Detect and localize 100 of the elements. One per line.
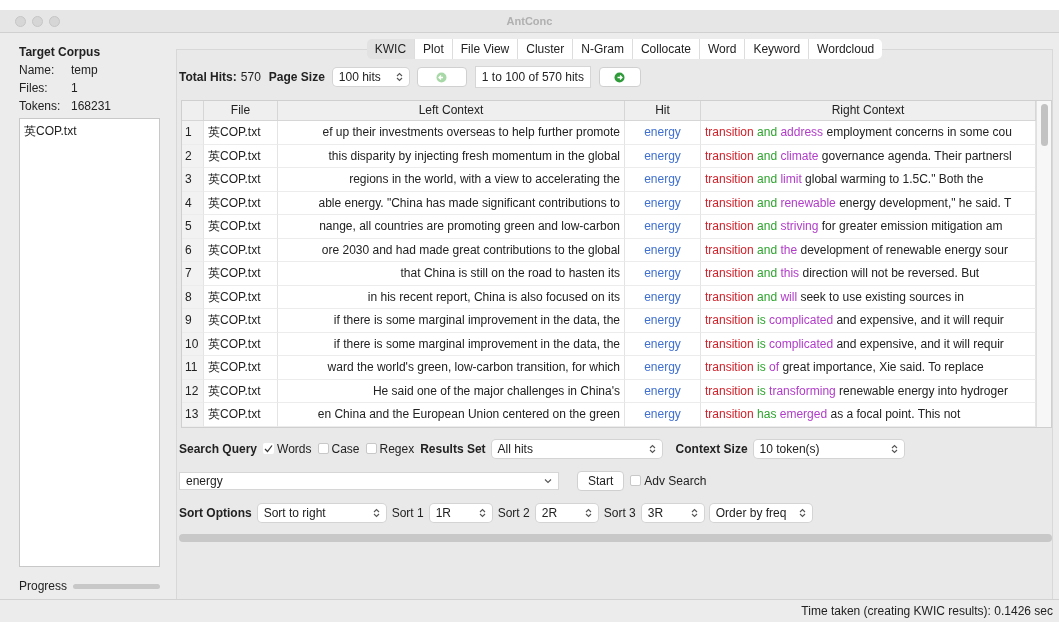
left-context-cell: ward the world's green, low-carbon transition, for which xyxy=(278,356,625,380)
right-context-cell: transition and address employment concerns in some cou xyxy=(701,121,1036,145)
sort-level-select[interactable]: 1R xyxy=(429,503,492,522)
tab[interactable]: KWIC xyxy=(366,39,416,59)
tab[interactable]: Cluster xyxy=(518,39,574,59)
forward-arrow-icon xyxy=(614,71,626,83)
column-header[interactable]: File xyxy=(204,101,278,121)
checkbox[interactable]: Words xyxy=(263,441,312,456)
hit-cell: energy xyxy=(625,403,701,427)
sort-level-label: Sort 1 xyxy=(391,505,424,520)
zoom-icon[interactable] xyxy=(49,15,60,27)
tab[interactable]: Plot xyxy=(415,39,453,59)
next-button[interactable] xyxy=(598,67,641,87)
order-select[interactable]: Order by freq xyxy=(709,503,812,522)
row-number: 12 xyxy=(182,379,204,403)
dropdown-icon xyxy=(544,477,552,484)
results-set-select[interactable]: All hits xyxy=(491,439,662,458)
file-cell: 英COP.txt xyxy=(204,379,278,403)
sort-level-label: Sort 3 xyxy=(603,505,636,520)
page-size-select[interactable]: 100 hits xyxy=(332,68,409,86)
hit-cell: energy xyxy=(625,332,701,356)
tab[interactable]: File View xyxy=(452,39,519,59)
file-cell: 英COP.txt xyxy=(204,121,278,145)
row-number: 8 xyxy=(182,285,204,309)
left-context-cell: that China is still on the road to hasten its xyxy=(278,262,625,286)
stepper-icon xyxy=(890,443,898,454)
file-cell: 英COP.txt xyxy=(204,356,278,380)
sort-mode-select[interactable]: Sort to right xyxy=(257,503,386,522)
right-context-cell: transition is transforming renewable energy into hydroger xyxy=(701,379,1036,403)
field-value: 1 xyxy=(71,81,78,95)
right-context-cell: transition and will seek to use existing sources in xyxy=(701,285,1036,309)
row-number: 13 xyxy=(182,403,204,427)
left-context-cell: nange, all countries are promoting green and low-carbon xyxy=(278,215,625,239)
left-context-cell: if there is some marginal improvement in the data, the xyxy=(278,309,625,333)
hit-cell: energy xyxy=(625,121,701,145)
right-context-cell: transition has emerged as a focal point. This not xyxy=(701,403,1036,427)
stepper-icon xyxy=(395,72,403,82)
hit-cell: energy xyxy=(625,238,701,262)
sort-level-select[interactable]: 3R xyxy=(641,503,704,522)
column-header[interactable]: Hit xyxy=(625,101,701,121)
hit-cell: energy xyxy=(625,215,701,239)
tab[interactable]: Collocate xyxy=(632,39,700,59)
stepper-icon xyxy=(478,507,486,518)
sort-level-label: Sort 2 xyxy=(497,505,530,520)
vertical-scrollbar[interactable] xyxy=(1036,101,1051,427)
hit-cell: energy xyxy=(625,144,701,168)
corpus-heading: Target Corpus xyxy=(19,45,102,59)
hit-cell: energy xyxy=(625,262,701,286)
stepper-icon xyxy=(690,507,698,518)
tab[interactable]: Keyword xyxy=(745,39,810,59)
progress-label: Progress xyxy=(19,579,68,593)
context-size-spinner[interactable]: 10 token(s) xyxy=(753,439,904,458)
page-size-label: Page Size xyxy=(268,70,325,84)
tab[interactable]: Wordcloud xyxy=(809,39,883,59)
checkbox[interactable]: Adv Search xyxy=(630,473,707,488)
tab[interactable]: Word xyxy=(699,39,746,59)
row-number: 6 xyxy=(182,238,204,262)
stepper-icon xyxy=(798,507,806,518)
left-context-cell: ef up their investments overseas to help further promote xyxy=(278,121,625,145)
file-cell: 英COP.txt xyxy=(204,285,278,309)
left-context-cell: able energy. "China has made significant contributions to xyxy=(278,191,625,215)
row-number: 10 xyxy=(182,332,204,356)
file-cell: 英COP.txt xyxy=(204,168,278,192)
status-text: Time taken (creating KWIC results): 0.1426 sec xyxy=(0,599,1059,622)
row-number: 1 xyxy=(182,121,204,145)
left-context-cell: if there is some marginal improvement in the data, the xyxy=(278,332,625,356)
close-icon[interactable] xyxy=(15,15,26,27)
column-header[interactable]: Left Context xyxy=(278,101,625,121)
file-item[interactable]: 英COP.txt xyxy=(24,123,155,140)
query-field[interactable]: energy xyxy=(179,471,559,490)
sort-level-select[interactable]: 2R xyxy=(535,503,598,522)
left-context-cell: this disparity by injecting fresh momentum in the global xyxy=(278,144,625,168)
right-context-cell: transition is of great importance, Xie said. To replace xyxy=(701,356,1036,380)
row-number: 9 xyxy=(182,309,204,333)
sort-options-label: Sort Options xyxy=(179,505,252,520)
left-context-cell: ore 2030 and had made great contributions to the global xyxy=(278,238,625,262)
checkbox[interactable]: Case xyxy=(317,441,360,456)
file-cell: 英COP.txt xyxy=(204,191,278,215)
start-button[interactable]: Start xyxy=(577,470,625,491)
horizontal-scrollbar[interactable] xyxy=(179,533,1052,542)
file-cell: 英COP.txt xyxy=(204,309,278,333)
row-number: 4 xyxy=(182,191,204,215)
right-context-cell: transition and renewable energy development," he said. T xyxy=(701,191,1036,215)
field-value: temp xyxy=(71,63,98,77)
minimize-icon[interactable] xyxy=(32,15,43,27)
right-context-cell: transition and limit global warming to 1.5C." Both the xyxy=(701,168,1036,192)
hit-cell: energy xyxy=(625,379,701,403)
left-context-cell: en China and the European Union centered on the green xyxy=(278,403,625,427)
row-number: 11 xyxy=(182,356,204,380)
stepper-icon xyxy=(648,443,656,454)
hit-cell: energy xyxy=(625,168,701,192)
total-hits-value: 570 xyxy=(240,70,261,84)
right-context-cell: transition is complicated and expensive, and it will requir xyxy=(701,332,1036,356)
search-query-label: Search Query xyxy=(179,441,258,456)
field-value: 168231 xyxy=(71,99,112,113)
checkbox[interactable]: Regex xyxy=(365,441,415,456)
tab[interactable]: N-Gram xyxy=(573,39,633,59)
column-header[interactable]: Right Context xyxy=(701,101,1036,121)
file-cell: 英COP.txt xyxy=(204,403,278,427)
row-number: 7 xyxy=(182,262,204,286)
